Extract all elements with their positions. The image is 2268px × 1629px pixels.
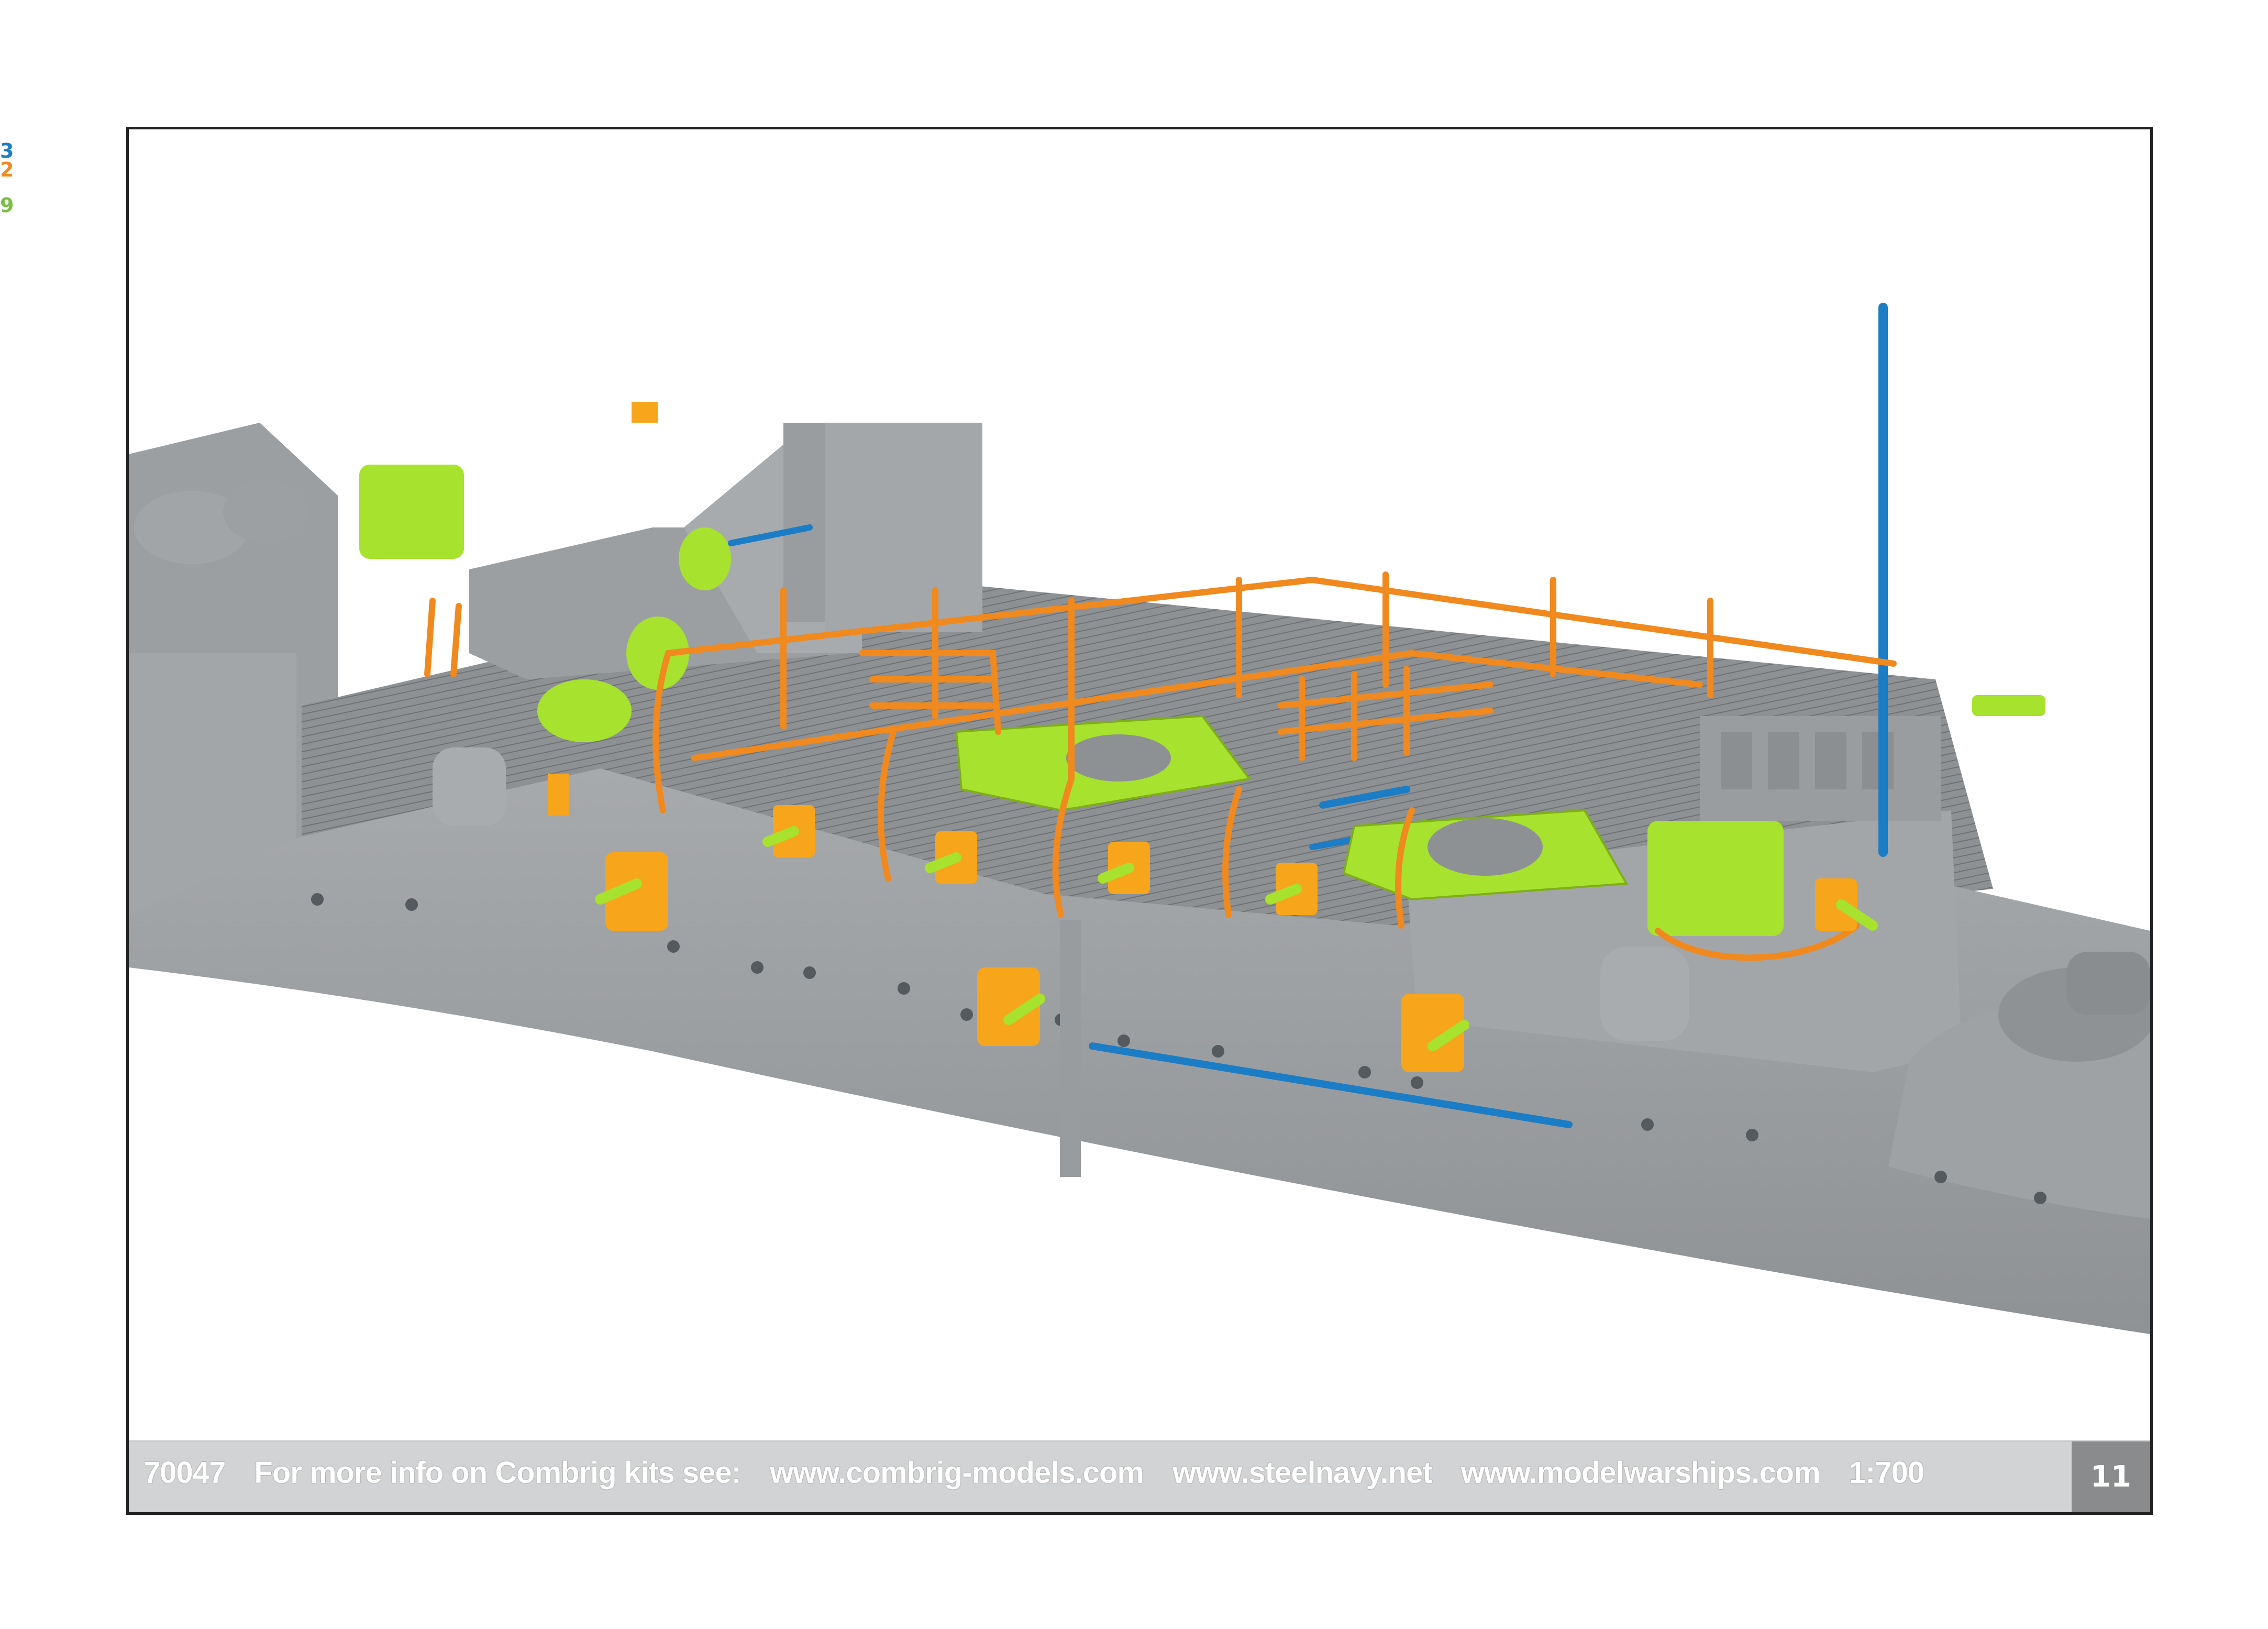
footer-info-text: For more info on Combrig kits see:	[254, 1456, 742, 1490]
footer-text: 70047 For more info on Combrig kits see:…	[143, 1455, 1945, 1490]
footer-bar: 70047 For more info on Combrig kits see:…	[129, 1440, 2150, 1512]
scale-label: 1:700	[1849, 1456, 1924, 1490]
instruction-page: 70047 For more info on Combrig kits see:…	[126, 127, 2153, 1515]
link-steelnavy[interactable]: www.steelnavy.net	[1172, 1456, 1433, 1490]
page-number: 11	[2072, 1441, 2150, 1512]
legend-blue-count: 3	[0, 139, 14, 162]
kit-number: 70047	[143, 1456, 226, 1490]
link-combrig-models[interactable]: www.combrig-models.com	[770, 1456, 1144, 1490]
legend-green-count: 9	[0, 194, 14, 217]
color-legend: 3 2 9	[0, 141, 14, 215]
legend-orange-count: 2	[0, 158, 14, 181]
ship-midsection-illustration	[129, 303, 2150, 1334]
hull-rib	[1060, 920, 1081, 1177]
link-modelwarships[interactable]: www.modelwarships.com	[1461, 1456, 1821, 1490]
